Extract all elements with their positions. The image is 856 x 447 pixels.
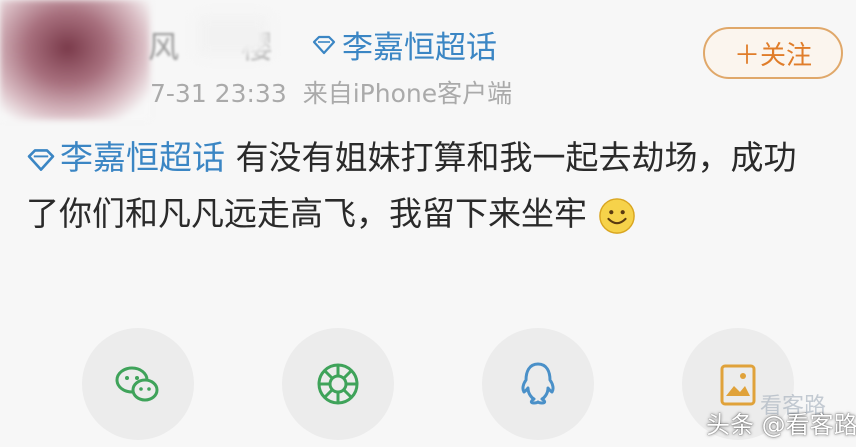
wechat-icon	[115, 366, 159, 402]
post-topic-label: 李嘉恒超话	[60, 138, 225, 177]
post-source: 来自iPhone客户端	[302, 79, 513, 108]
username-visible: 风	[148, 30, 179, 66]
follow-button[interactable]: ＋关注	[703, 27, 843, 79]
moments-icon	[317, 363, 359, 405]
qq-icon	[521, 362, 555, 405]
topic-tag-link[interactable]: 李嘉恒超话	[312, 22, 497, 67]
watermark-text: 头条 @看客路	[706, 411, 856, 439]
post-timestamp: 7-31 23:33	[150, 79, 287, 108]
follow-button-label: ＋关注	[733, 40, 812, 71]
qzone-icon	[720, 364, 756, 406]
avatar[interactable]	[0, 0, 150, 120]
post-meta: 7-31 23:33 来自iPhone客户端	[150, 74, 512, 110]
share-qq-button[interactable]	[482, 328, 594, 440]
supertopic-diamond-icon	[312, 35, 336, 54]
username-blur	[198, 16, 268, 56]
smile-emoji-icon	[598, 197, 635, 234]
watermark: 头条 @看客路	[706, 405, 856, 440]
topic-tag-label: 李嘉恒超话	[342, 30, 497, 66]
share-wechat-button[interactable]	[82, 328, 194, 440]
share-moments-button[interactable]	[282, 328, 394, 440]
post-body: 李嘉恒超话 有没有姐妹打算和我一起去劫场，成功了你们和凡凡远走高飞，我留下来坐牢	[26, 130, 826, 242]
supertopic-diamond-icon	[27, 148, 55, 171]
post-topic-link[interactable]: 李嘉恒超话	[26, 138, 225, 177]
